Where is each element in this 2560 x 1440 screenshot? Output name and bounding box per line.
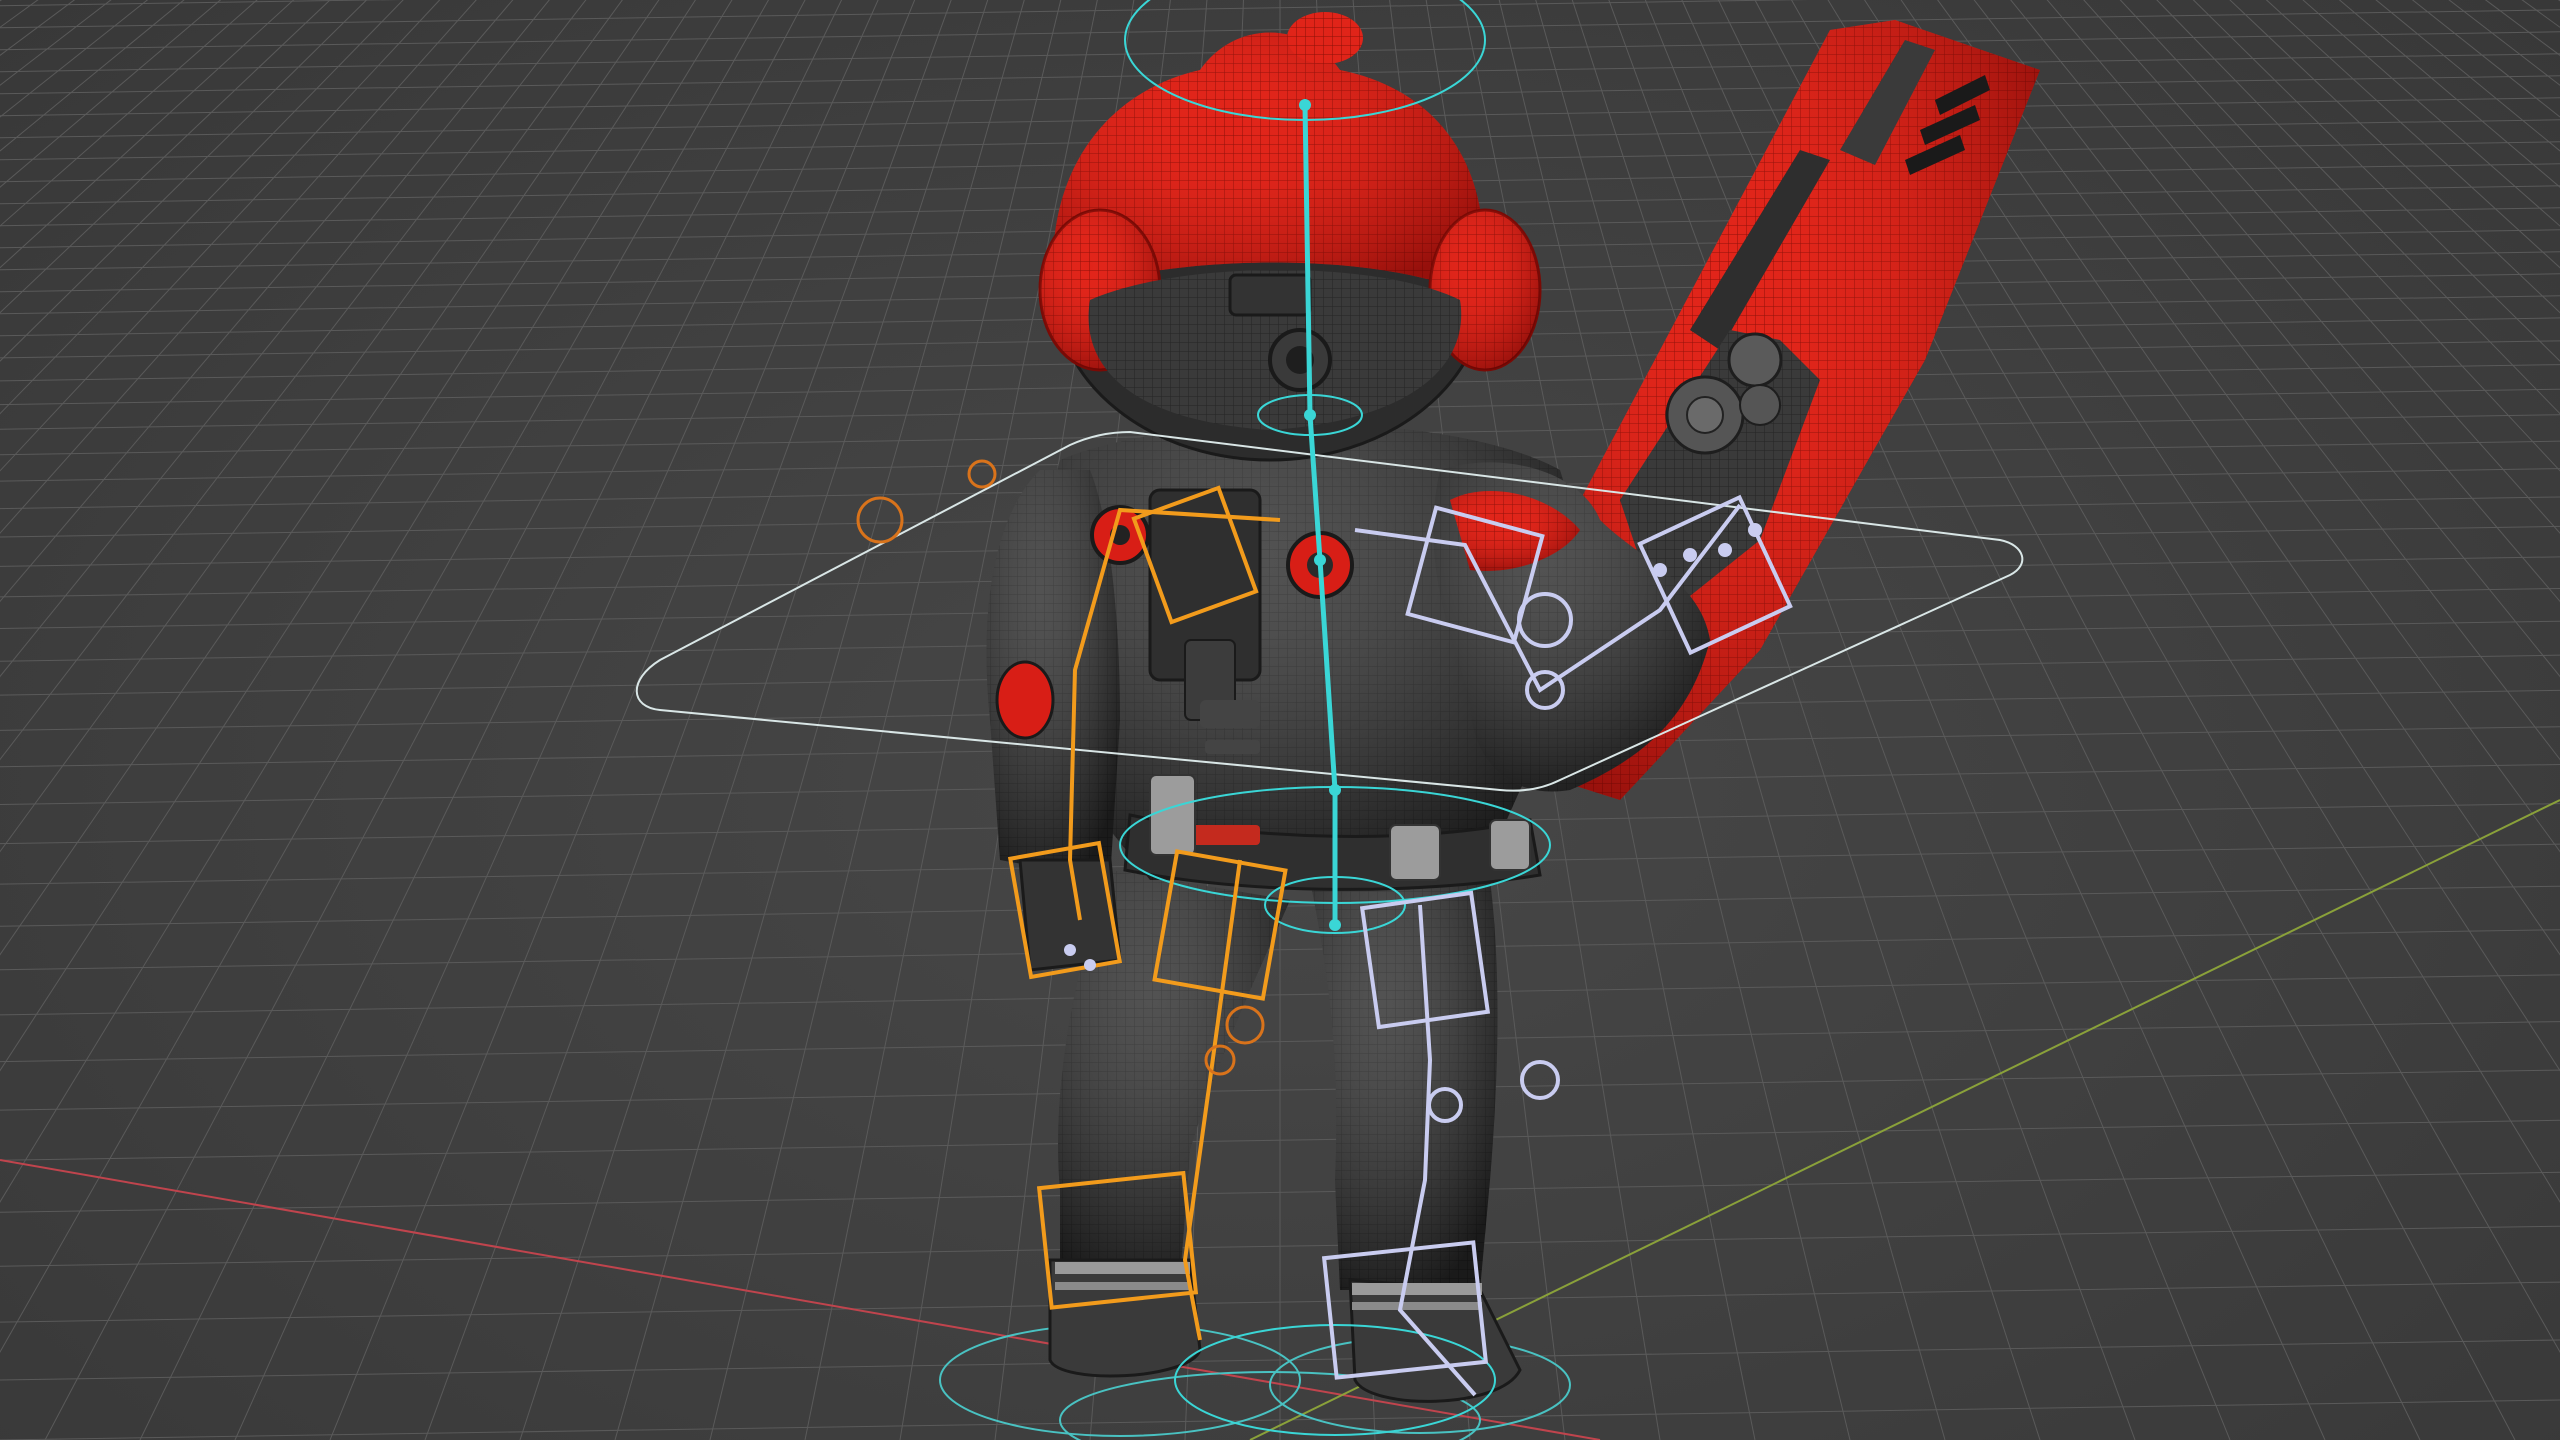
grid-line [0,0,258,227]
viewport-canvas[interactable] [0,0,2560,1440]
grid-line [0,0,76,57]
grid-line [0,0,995,1440]
grid-line [0,0,957,1440]
grid-line [0,0,948,1440]
grid-line [0,0,222,188]
grid-line [0,0,943,1440]
grid-line [0,0,962,1440]
helmet [1038,12,1542,462]
viewport-mode: 3d-rig-viewport [0,0,7,1]
grid-line [0,0,924,1440]
grid-line [0,0,1066,1440]
grid-line [0,0,1090,1440]
grid-line [0,0,976,1440]
grid-line [0,0,1095,1440]
grid-line [0,0,331,314]
grid-line [0,0,1014,1440]
grid-line [0,0,1024,1440]
grid-line [0,0,1005,1440]
grid-line [0,0,967,1440]
grid-line [0,0,295,269]
grid-line [0,0,1104,1440]
grid-line [0,0,368,362]
grid-line [0,0,1000,1440]
grid-line [0,0,938,1440]
grid-line [0,0,971,1440]
grid-line [0,0,1052,1440]
grid-line [0,0,1028,1440]
grid-line [0,0,1071,1440]
grid-line [0,0,1047,1440]
grid-line [0,0,1009,1440]
grid-line [1584,0,2560,1440]
grid-line [0,0,914,1440]
grid-line [0,0,1043,1440]
grid-line [0,0,185,152]
grid-line [0,0,933,1440]
3d-viewport[interactable]: 3d-rig-viewport [0,0,2560,1440]
grid-line [0,0,1038,1440]
grid-line [0,0,1033,1440]
grid-line [0,0,952,1440]
grid-line [0,0,1085,1440]
grid-line [0,0,990,1440]
legs [1058,870,1498,1290]
grid-line [0,0,112,86]
